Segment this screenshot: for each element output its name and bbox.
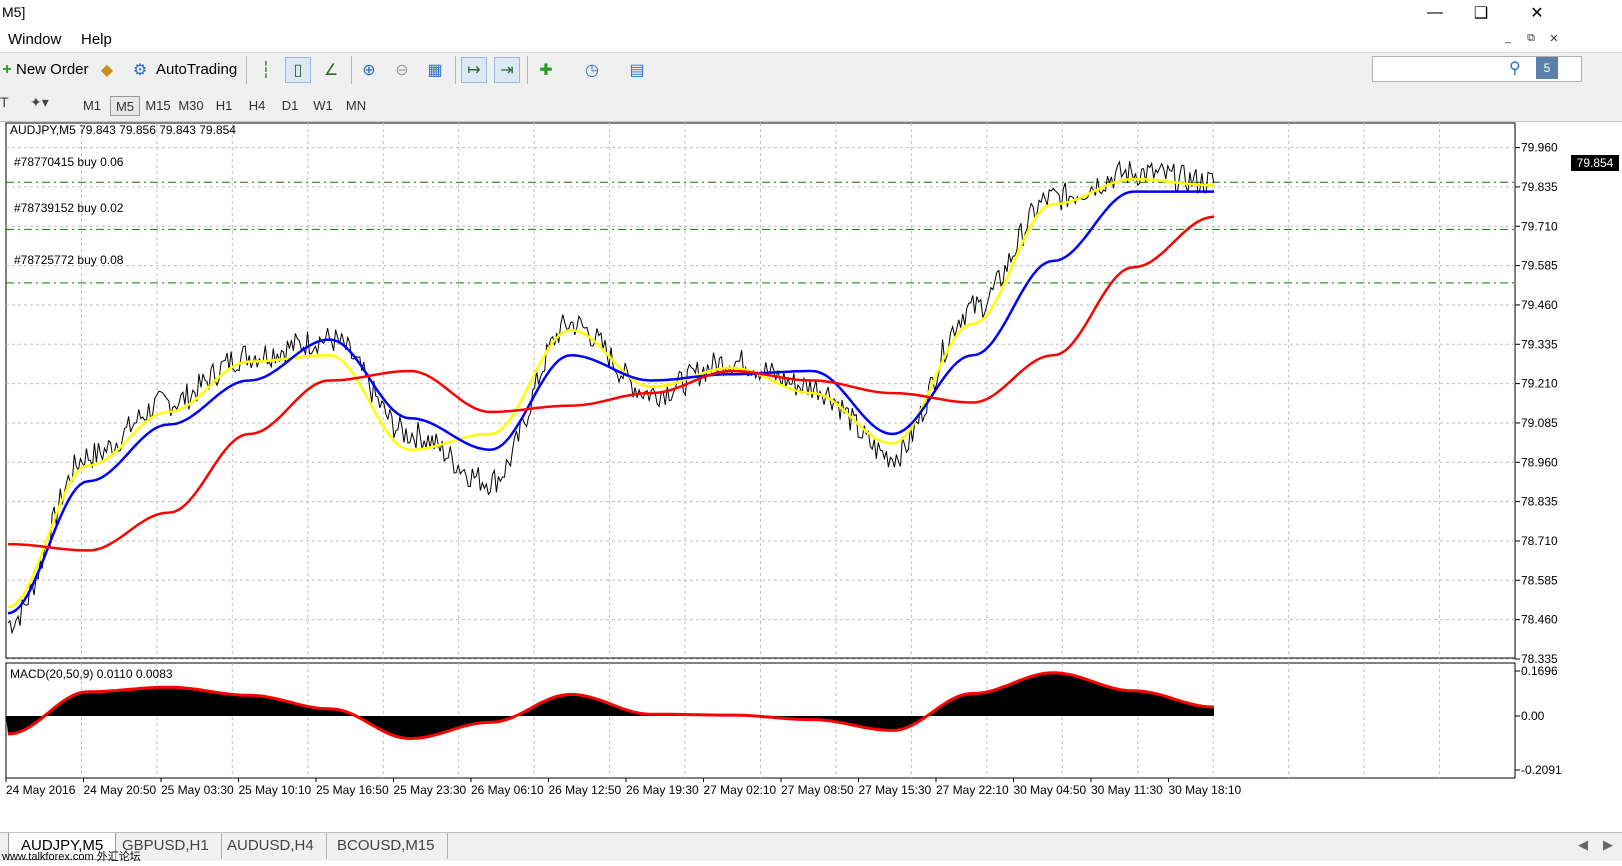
- price-tick-label: 79.835: [1521, 180, 1558, 194]
- time-tick-label: 24 May 2016: [6, 783, 76, 797]
- tab-scroll-right-icon[interactable]: ▶: [1603, 837, 1613, 853]
- zoom-in-icon[interactable]: ⊕: [356, 57, 382, 83]
- tf-h4[interactable]: H4: [242, 96, 272, 116]
- time-tick-label: 27 May 15:30: [859, 783, 932, 797]
- macd-header: MACD(20,50,9) 0.0110 0.0083: [10, 667, 173, 681]
- menu-bar: [0, 26, 1622, 52]
- objects-icon[interactable]: ✦▾: [30, 94, 49, 111]
- order-label: #78739152 buy 0.02: [14, 201, 124, 215]
- tab-audusd[interactable]: AUDUSD,H4: [215, 833, 327, 859]
- macd-tick-label: 0.00: [1521, 709, 1545, 723]
- tab-bcousd[interactable]: BCOUSD,M15: [325, 833, 448, 859]
- auto-scroll-icon[interactable]: ↦: [461, 57, 487, 83]
- maximize-button[interactable]: ❑: [1458, 0, 1504, 26]
- indicators-icon[interactable]: ✚: [533, 57, 559, 83]
- price-tick-label: 78.835: [1521, 495, 1558, 509]
- text-tool-icon[interactable]: T: [0, 94, 9, 110]
- time-tick-label: 30 May 11:30: [1091, 783, 1163, 797]
- time-tick-label: 25 May 23:30: [394, 783, 467, 797]
- macd-tick-label: 0.1696: [1521, 664, 1558, 678]
- time-tick-label: 30 May 04:50: [1014, 783, 1087, 797]
- tf-w1[interactable]: W1: [308, 96, 338, 116]
- price-tick-label: 78.585: [1521, 573, 1558, 587]
- price-tick-label: 79.335: [1521, 337, 1558, 351]
- price-tick-label: 78.460: [1521, 613, 1558, 627]
- tab-scroll-left-icon[interactable]: ◀: [1578, 837, 1588, 853]
- mdi-close-button[interactable]: ✕: [1543, 32, 1565, 50]
- periods-icon[interactable]: ◷: [579, 57, 605, 83]
- time-tick-label: 27 May 22:10: [936, 783, 1009, 797]
- autotrading-icon[interactable]: ⚙: [127, 57, 153, 83]
- watermark: www.talkforex.com 外汇论坛: [2, 851, 141, 863]
- order-label: #78725772 buy 0.08: [14, 253, 124, 267]
- chart-header: AUDJPY,M5 79.843 79.856 79.843 79.854: [10, 123, 236, 137]
- price-tick-label: 79.085: [1521, 416, 1558, 430]
- menu-help[interactable]: Help: [81, 31, 112, 48]
- zoom-out-icon[interactable]: ⊖: [389, 57, 415, 83]
- autotrading-button[interactable]: AutoTrading: [156, 61, 237, 78]
- mdi-minimize-button[interactable]: _: [1497, 32, 1519, 50]
- time-tick-label: 26 May 12:50: [549, 783, 622, 797]
- price-chart[interactable]: 79.960 79.835 79.710 79.585 79.460 79.335 79.2…: [0, 118, 1622, 818]
- candlestick-icon[interactable]: ▯: [285, 57, 311, 83]
- time-tick-label: 25 May 16:50: [316, 783, 389, 797]
- tf-m1[interactable]: M1: [77, 96, 107, 116]
- time-tick-label: 27 May 08:50: [781, 783, 854, 797]
- price-tick-label: 79.460: [1521, 298, 1558, 312]
- meta-editor-icon[interactable]: ◆: [94, 57, 120, 83]
- toolbar-separator: [455, 56, 456, 84]
- search-icon[interactable]: ⚲: [1509, 58, 1521, 78]
- order-label: #78770415 buy 0.06: [14, 155, 124, 169]
- time-tick-label: 26 May 06:10: [471, 783, 544, 797]
- price-tick-label: 79.710: [1521, 219, 1558, 233]
- time-tick-label: 27 May 02:10: [704, 783, 777, 797]
- time-tick-label: 25 May 10:10: [239, 783, 312, 797]
- toolbar-separator: [351, 56, 352, 84]
- window-title: M5]: [2, 4, 26, 20]
- time-tick-label: 26 May 19:30: [626, 783, 699, 797]
- tf-h1[interactable]: H1: [209, 96, 239, 116]
- tf-d1[interactable]: D1: [275, 96, 305, 116]
- toolbar-separator: [246, 56, 247, 84]
- community-icon[interactable]: 5: [1536, 57, 1558, 79]
- templates-icon[interactable]: ▤: [624, 57, 650, 83]
- bar-chart-icon[interactable]: ┆: [253, 57, 279, 83]
- tf-m30[interactable]: M30: [176, 96, 206, 116]
- tf-m5[interactable]: M5: [110, 96, 140, 116]
- price-tick-label: 79.960: [1521, 141, 1558, 155]
- time-tick-label: 25 May 03:30: [161, 783, 234, 797]
- price-tick-label: 79.210: [1521, 377, 1558, 391]
- mdi-restore-button[interactable]: ⧉: [1520, 32, 1542, 50]
- tf-m15[interactable]: M15: [143, 96, 173, 116]
- toolbar-separator: [527, 56, 528, 84]
- close-button[interactable]: ✕: [1514, 0, 1560, 26]
- time-tick-label: 24 May 20:50: [84, 783, 157, 797]
- time-tick-label: 30 May 18:10: [1169, 783, 1242, 797]
- tile-windows-icon[interactable]: ▦: [422, 57, 448, 83]
- tf-mn[interactable]: MN: [341, 96, 371, 116]
- macd-tick-label: -0.2091: [1521, 763, 1562, 777]
- minimize-button[interactable]: —: [1412, 0, 1458, 26]
- title-bar: [0, 0, 1622, 26]
- price-tick-label: 78.710: [1521, 534, 1558, 548]
- new-order-button[interactable]: New Order: [16, 61, 89, 78]
- price-tick-label: 78.960: [1521, 455, 1558, 469]
- chart-shift-icon[interactable]: ⇥: [494, 57, 520, 83]
- menu-window[interactable]: Window: [8, 31, 61, 48]
- line-chart-icon[interactable]: ∠: [318, 57, 344, 83]
- price-tick-label: 79.585: [1521, 259, 1558, 273]
- current-price-label: 79.854: [1571, 155, 1619, 171]
